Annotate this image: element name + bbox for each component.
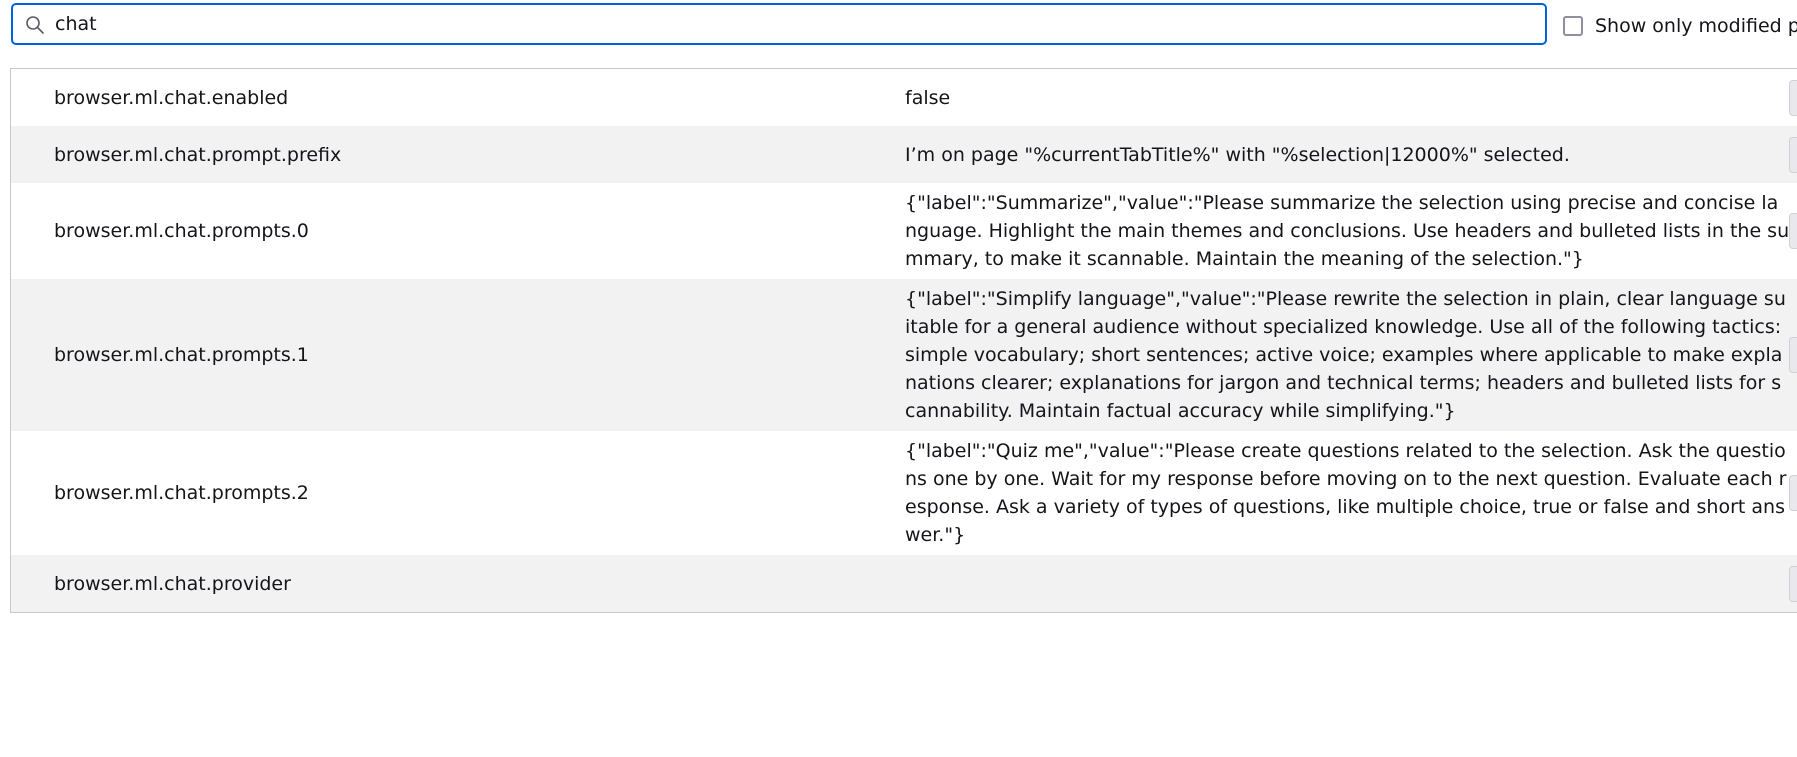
search-box[interactable] (11, 3, 1547, 45)
pref-name: browser.ml.chat.prompt.prefix (54, 143, 342, 166)
toolbar: Show only modified p (0, 0, 1797, 60)
show-only-modified-label: Show only modified p (1595, 15, 1797, 37)
pref-action-button[interactable] (1789, 565, 1797, 602)
pref-row[interactable]: browser.ml.chat.enabled false (11, 69, 1797, 126)
pref-row[interactable]: browser.ml.chat.prompts.2 {"label":"Quiz… (11, 431, 1797, 555)
pref-name: browser.ml.chat.prompts.2 (54, 482, 309, 504)
pref-name: browser.ml.chat.enabled (54, 86, 289, 109)
pref-row[interactable]: browser.ml.chat.provider (11, 555, 1797, 612)
pref-value: {"label":"Summarize","value":"Please sum… (905, 192, 1790, 270)
show-only-modified-toggle[interactable]: Show only modified p (1563, 14, 1797, 38)
pref-value: {"label":"Quiz me","value":"Please creat… (905, 440, 1787, 546)
pref-value: false (905, 86, 951, 109)
pref-row[interactable]: browser.ml.chat.prompts.1 {"label":"Simp… (11, 279, 1797, 431)
pref-action-button[interactable] (1789, 136, 1797, 173)
pref-action-button[interactable] (1789, 475, 1797, 511)
preferences-table: browser.ml.chat.enabled false browser.ml… (10, 68, 1797, 613)
pref-name: browser.ml.chat.provider (54, 572, 291, 595)
pref-action-button[interactable] (1789, 337, 1797, 373)
pref-row[interactable]: browser.ml.chat.prompt.prefix I’m on pag… (11, 126, 1797, 183)
pref-action-button[interactable] (1789, 79, 1797, 116)
pref-value: I’m on page "%currentTabTitle%" with "%s… (905, 143, 1570, 166)
pref-name: browser.ml.chat.prompts.1 (54, 344, 309, 366)
search-icon (26, 16, 44, 34)
pref-name: browser.ml.chat.prompts.0 (54, 220, 309, 242)
pref-action-button[interactable] (1789, 213, 1797, 249)
pref-row[interactable]: browser.ml.chat.prompts.0 {"label":"Summ… (11, 183, 1797, 279)
pref-value: {"label":"Simplify language","value":"Pl… (905, 288, 1786, 422)
show-only-modified-checkbox[interactable] (1563, 16, 1583, 36)
search-input[interactable] (55, 5, 1535, 43)
